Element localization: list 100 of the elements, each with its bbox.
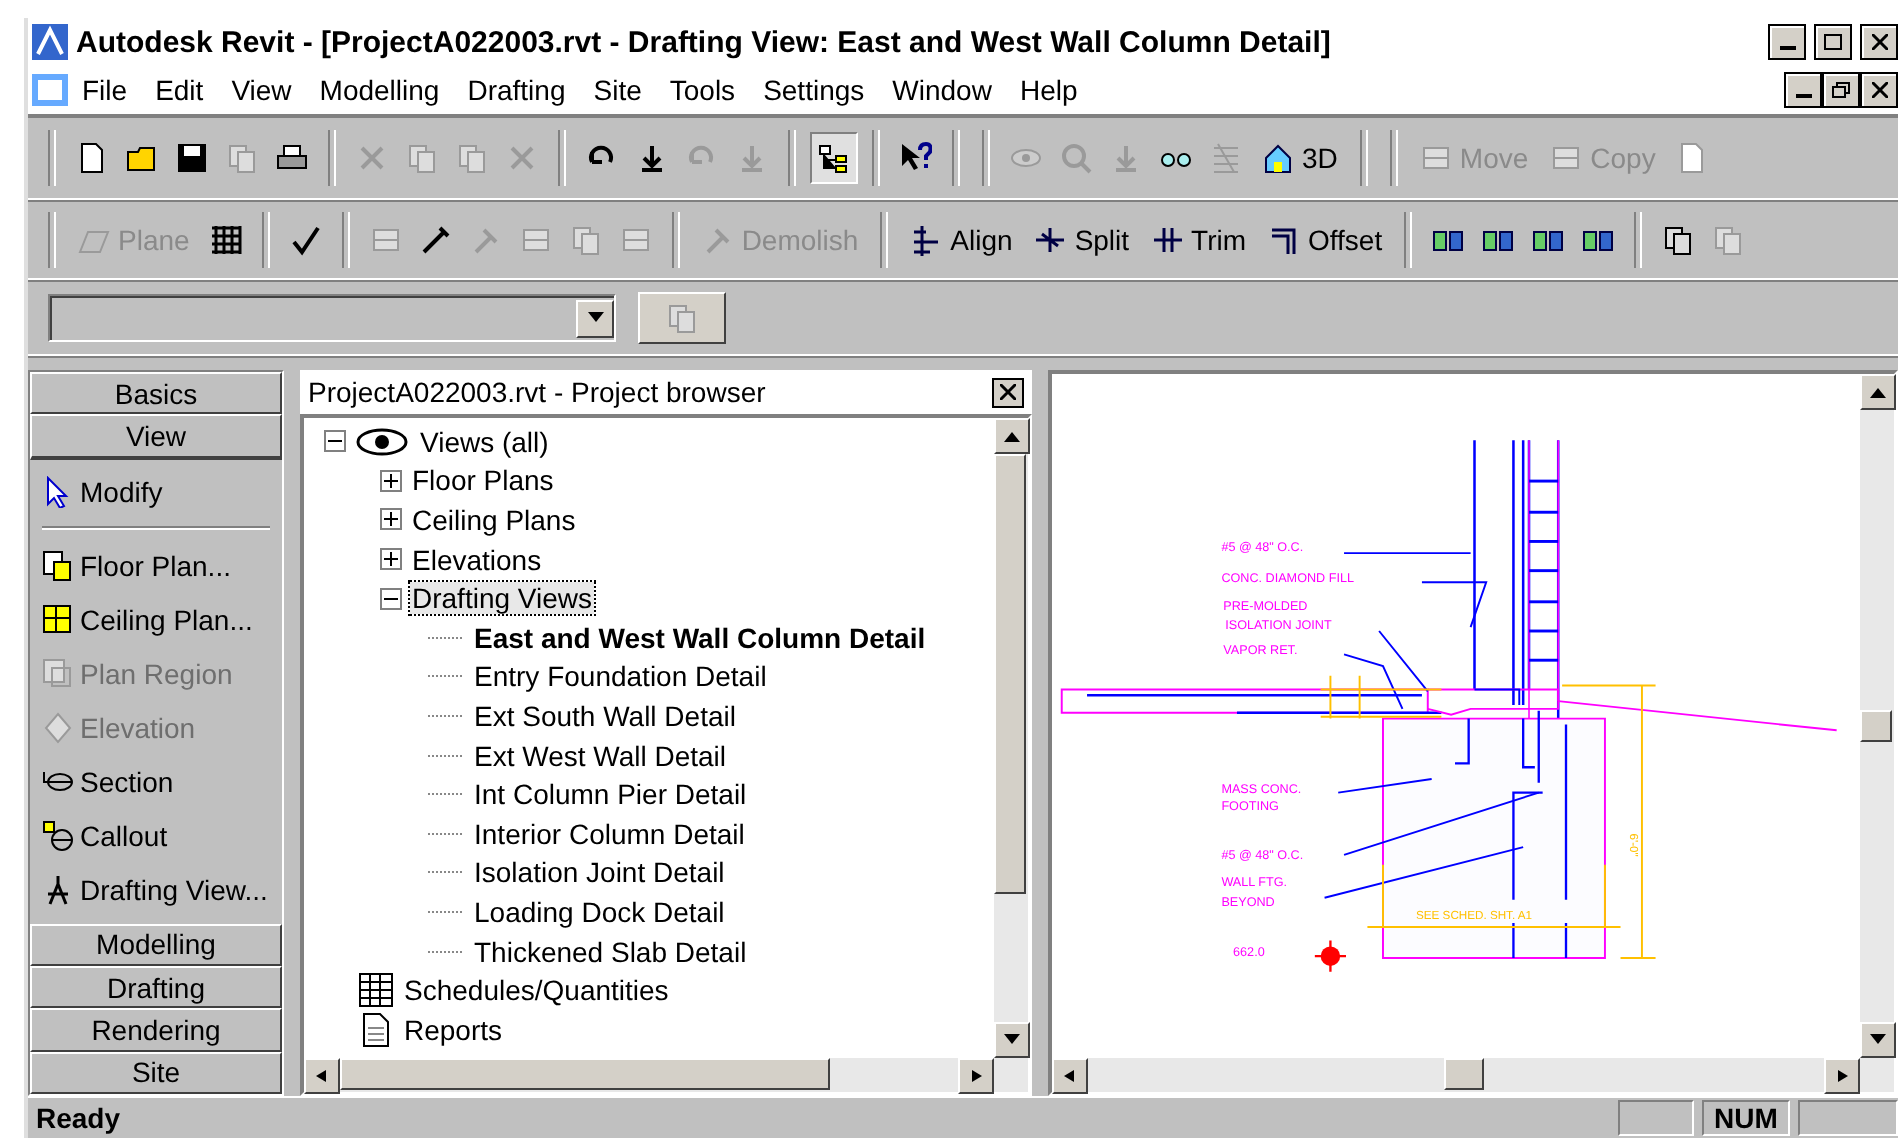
tree-item[interactable]: Thickened Slab Detail <box>472 935 749 968</box>
expand-toggle[interactable] <box>380 548 402 571</box>
tree-item[interactable]: Isolation Joint Detail <box>472 856 727 889</box>
design-bar-tool[interactable]: Ceiling Plan... <box>34 593 278 648</box>
plus-icon <box>384 512 398 527</box>
design-bar-tool[interactable]: Section <box>34 755 278 810</box>
tree-item[interactable]: Ceiling Plans <box>410 503 578 536</box>
tree-item[interactable]: Interior Column Detail <box>472 817 747 850</box>
tree-item[interactable]: Entry Foundation Detail <box>472 660 769 693</box>
tree-line-icon <box>428 831 464 836</box>
tree-item[interactable]: Drafting Views <box>410 582 595 615</box>
properties-button[interactable] <box>638 292 726 344</box>
collapse-toggle[interactable] <box>380 587 402 610</box>
close-button[interactable] <box>1860 72 1898 108</box>
3d-view-button[interactable]: 3D <box>1254 134 1346 182</box>
vertical-scrollbar[interactable] <box>1860 374 1894 1058</box>
plan-region-icon <box>42 658 74 691</box>
design-bar-tool[interactable]: Drafting View... <box>34 863 278 918</box>
maximize-icon <box>1824 34 1842 50</box>
tree-item[interactable]: Ext South Wall Detail <box>472 699 738 732</box>
tree-item[interactable]: Floor Plans <box>410 464 556 497</box>
tree-line-icon <box>428 635 464 640</box>
expand-toggle[interactable] <box>380 469 402 492</box>
maximize-button[interactable] <box>1814 24 1852 60</box>
scroll-thumb[interactable] <box>1444 1058 1484 1090</box>
design-bar-tool[interactable]: Floor Plan... <box>34 539 278 594</box>
split-icon <box>1034 224 1067 256</box>
close-button[interactable] <box>1860 24 1898 60</box>
tree-line-icon <box>428 713 464 718</box>
document-icon[interactable] <box>1675 142 1708 174</box>
trim-button[interactable]: Trim <box>1143 216 1255 264</box>
menu-item[interactable]: Drafting <box>453 74 580 106</box>
scroll-thumb[interactable] <box>994 454 1026 894</box>
menu-item[interactable]: Settings <box>749 74 879 106</box>
design-bar-tab[interactable]: Drafting <box>30 965 282 1009</box>
pointer-icon <box>42 476 74 509</box>
tree-item[interactable]: Ext West Wall Detail <box>472 739 729 772</box>
tree-view-toggle[interactable] <box>810 132 858 184</box>
vertical-scrollbar[interactable] <box>994 418 1028 1058</box>
tree-item[interactable]: Int Column Pier Detail <box>472 778 749 811</box>
expand-toggle[interactable] <box>380 508 402 531</box>
design-bar-tab[interactable]: Basics <box>30 372 282 415</box>
ceiling-plan-icon <box>42 604 74 637</box>
split-button[interactable]: Split <box>1026 216 1138 264</box>
tree-item[interactable]: Views (all) <box>418 425 551 458</box>
scroll-thumb[interactable] <box>1860 710 1892 742</box>
elevation-icon <box>42 712 74 745</box>
stack-icon[interactable] <box>1662 224 1695 256</box>
scroll-up-icon <box>1004 430 1020 442</box>
menu-item[interactable]: Modelling <box>305 74 454 106</box>
scroll-up-icon <box>1870 386 1886 398</box>
menu-item[interactable]: Edit <box>141 74 218 106</box>
status-pane <box>1798 1100 1898 1136</box>
design-bar-tool[interactable]: Callout <box>34 809 278 864</box>
tree-item[interactable]: Elevations <box>410 543 544 576</box>
tree-item[interactable]: Schedules/Quantities <box>402 974 671 1007</box>
spell-check-icon[interactable] <box>289 224 322 256</box>
design-bar-tool[interactable]: Modify <box>34 465 278 520</box>
menu-item[interactable]: View <box>217 74 306 106</box>
offset-button[interactable]: Offset <box>1260 216 1391 264</box>
scroll-left-icon <box>1062 1070 1078 1082</box>
design-bar-tab[interactable]: Site <box>30 1051 282 1094</box>
horizontal-scrollbar[interactable] <box>1052 1058 1894 1092</box>
design-bar-tab[interactable]: View <box>30 414 282 460</box>
dropdown-arrow-icon <box>587 312 603 324</box>
align-button[interactable]: Align <box>902 216 1021 264</box>
menu-item[interactable]: Tools <box>655 74 750 106</box>
printer-icon[interactable] <box>276 142 308 174</box>
design-bar-tab[interactable]: Modelling <box>30 923 282 966</box>
grid-icon[interactable] <box>209 224 242 256</box>
close-button[interactable] <box>992 377 1024 407</box>
close-icon <box>1871 34 1887 50</box>
menu-item[interactable]: Site <box>579 74 656 106</box>
tree-item[interactable]: Loading Dock Detail <box>472 895 727 928</box>
minimize-button[interactable] <box>1768 24 1806 60</box>
minimize-button[interactable] <box>1784 72 1822 108</box>
help-icon[interactable] <box>900 142 932 174</box>
scroll-thumb[interactable] <box>340 1058 830 1090</box>
horizontal-scrollbar[interactable] <box>304 1058 1028 1092</box>
compass-icon <box>42 874 74 907</box>
restore-button[interactable] <box>1822 72 1860 108</box>
block-icon <box>1550 142 1583 174</box>
down-arrow-icon[interactable] <box>636 142 668 174</box>
tree-line-icon <box>428 753 464 758</box>
close-icon <box>1000 384 1016 400</box>
type-selector-dropdown[interactable] <box>48 294 616 342</box>
tree-item[interactable]: Reports <box>402 1013 505 1046</box>
menu-item[interactable]: Window <box>878 74 1006 106</box>
collapse-toggle[interactable] <box>324 430 346 453</box>
tree-view-icon <box>818 142 850 174</box>
eye-icon <box>354 427 410 456</box>
tree-item[interactable]: East and West Wall Column Detail <box>472 621 928 654</box>
status-indicator: NUM <box>1702 1100 1790 1136</box>
design-bar-tab[interactable]: Rendering <box>30 1008 282 1052</box>
menu-item[interactable]: Help <box>1005 74 1092 106</box>
block-icon <box>1419 142 1452 174</box>
new-document-icon[interactable] <box>76 142 108 174</box>
elevation-marker-icon <box>1313 939 1348 973</box>
open-folder-icon[interactable] <box>126 142 158 174</box>
menu-item[interactable]: File <box>68 74 142 106</box>
